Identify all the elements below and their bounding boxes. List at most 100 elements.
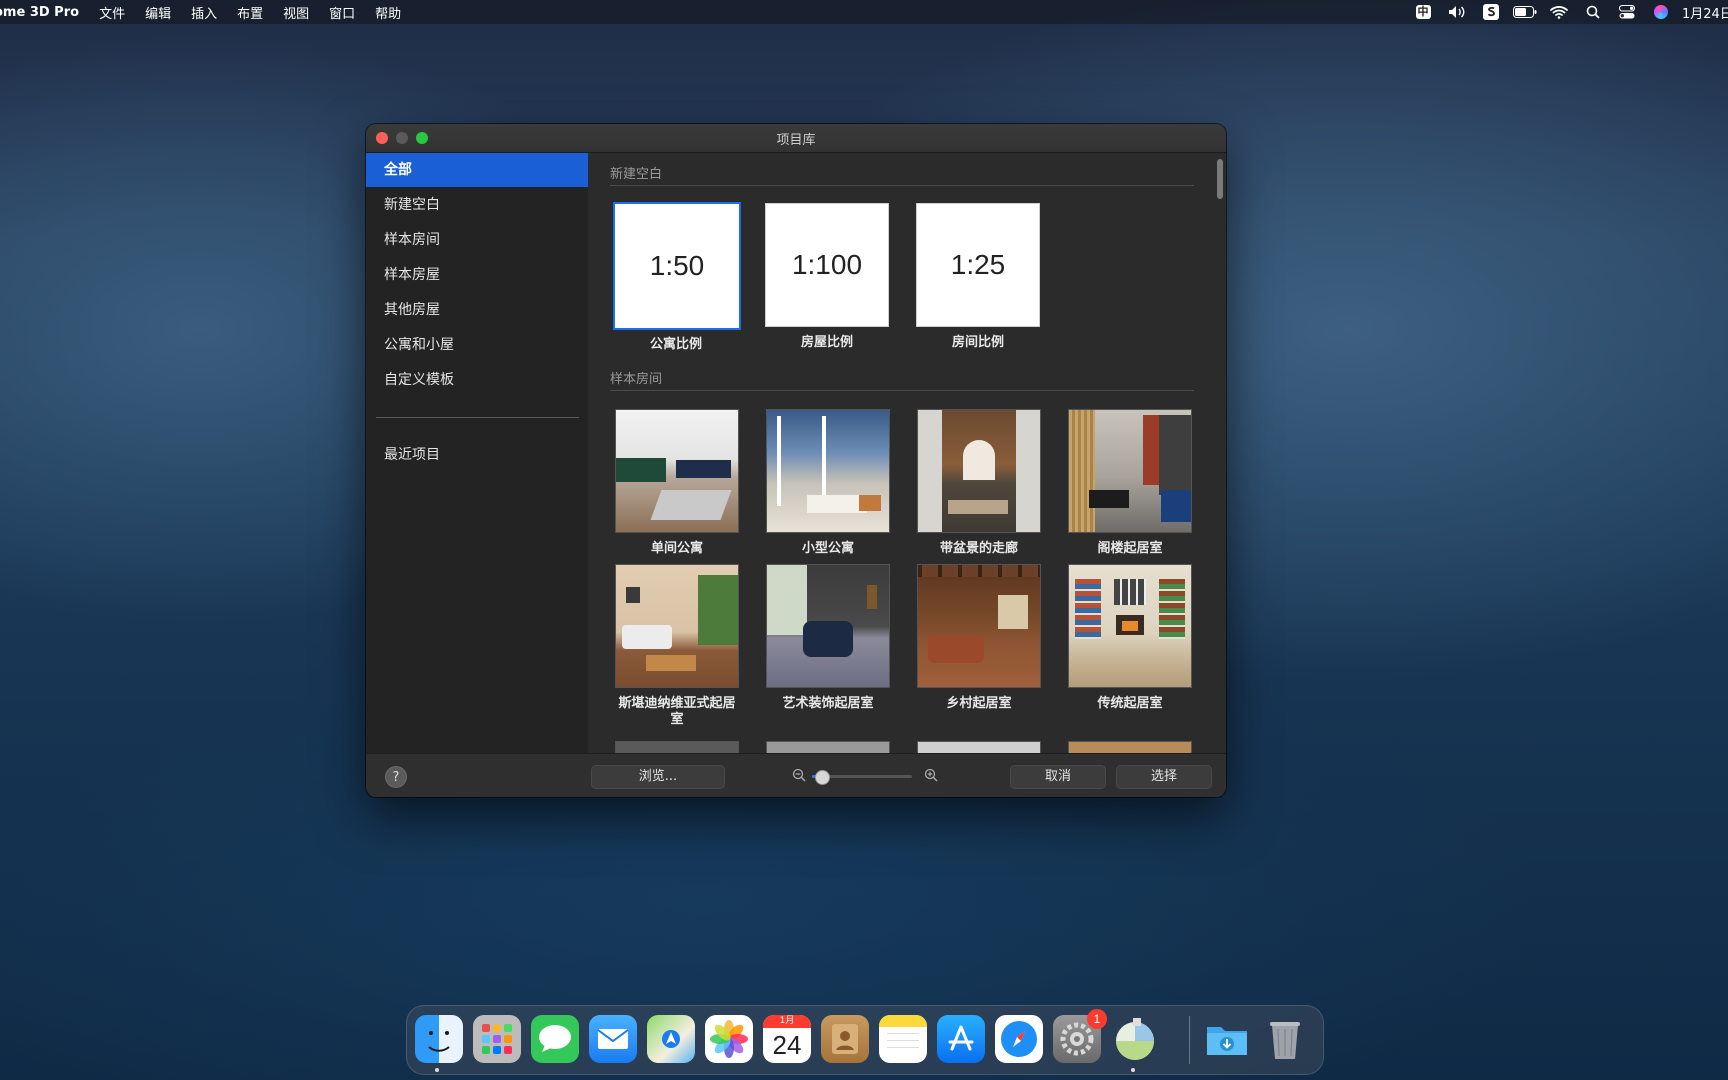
- sidebar-item-sample-houses[interactable]: 样本房屋: [366, 258, 588, 292]
- sidebar-item-sample-rooms[interactable]: 样本房间: [366, 223, 588, 257]
- finder-icon[interactable]: [415, 1015, 463, 1063]
- system-preferences-icon[interactable]: 1: [1053, 1009, 1107, 1063]
- template-card-scandinavian-living-room[interactable]: 斯堪迪纳维亚式起居室: [615, 564, 739, 728]
- sidebar-divider: [376, 417, 579, 418]
- maps-icon[interactable]: [647, 1015, 695, 1063]
- window-controls: [376, 132, 436, 144]
- menu-edit[interactable]: 编辑: [145, 3, 171, 22]
- menubar-clock[interactable]: 1月24日: [1682, 3, 1728, 22]
- window-titlebar: 项目库: [366, 124, 1226, 153]
- sidebar-item-custom-templates[interactable]: 自定义模板: [366, 363, 588, 397]
- template-card-house-scale[interactable]: 1:100 房屋比例: [765, 203, 889, 351]
- scale-tile: 1:50: [613, 202, 741, 330]
- room-thumbnail[interactable]: [917, 741, 1041, 753]
- room-thumbnail[interactable]: [615, 741, 739, 753]
- card-label: 斯堪迪纳维亚式起居室: [618, 696, 736, 727]
- close-window-button[interactable]: [376, 132, 388, 144]
- window-footer: ? 浏览... 取消 选择: [366, 753, 1226, 797]
- input-method-icon[interactable]: 中: [1410, 0, 1436, 24]
- zoom-slider-knob[interactable]: [815, 770, 830, 785]
- template-card-small-apartment[interactable]: 小型公寓: [766, 409, 890, 557]
- template-card-room-scale[interactable]: 1:25 房间比例: [916, 203, 1040, 351]
- room-thumbnail: [615, 409, 739, 533]
- photos-icon[interactable]: [705, 1015, 753, 1063]
- launchpad-icon[interactable]: [473, 1015, 521, 1063]
- control-center-icon[interactable]: [1614, 0, 1640, 24]
- dock-separator: [1189, 1016, 1190, 1064]
- room-thumbnail: [1068, 409, 1192, 533]
- window-title: 项目库: [776, 132, 816, 148]
- app-menu[interactable]: ome 3D Pro: [0, 5, 79, 20]
- template-card-traditional-living-room[interactable]: 传统起居室: [1068, 564, 1192, 712]
- downloads-folder-icon[interactable]: [1203, 1015, 1251, 1063]
- battery-icon[interactable]: [1512, 0, 1538, 24]
- menubar: ome 3D Pro 文件 编辑 插入 布置 视图 窗口 帮助 中 1月24日: [0, 0, 1728, 24]
- browse-button[interactable]: 浏览...: [591, 765, 725, 789]
- library-content[interactable]: 新建空白 1:50 公寓比例 1:100 房屋比例 1:25 房间比例 样本房间…: [588, 153, 1226, 753]
- card-label: 带盆景的走廊: [939, 541, 1018, 556]
- calendar-icon[interactable]: 1月 24: [763, 1015, 811, 1063]
- mail-icon[interactable]: [589, 1015, 637, 1063]
- room-thumbnail: [766, 409, 890, 533]
- zoom-slider-group: [792, 767, 938, 787]
- spotlight-search-icon[interactable]: [1580, 0, 1606, 24]
- section-header-sample-rooms: 样本房间: [610, 372, 663, 387]
- template-card-studio-apartment[interactable]: 单间公寓: [615, 409, 739, 557]
- wifi-icon[interactable]: [1546, 0, 1572, 24]
- zoom-in-icon[interactable]: [924, 768, 938, 782]
- zoom-out-icon[interactable]: [792, 768, 806, 782]
- messages-icon[interactable]: [531, 1015, 579, 1063]
- trash-icon[interactable]: [1261, 1015, 1309, 1063]
- menu-arrange[interactable]: 布置: [237, 3, 263, 22]
- input-method-label: 中: [1415, 5, 1431, 19]
- library-sidebar: 全部 新建空白 样本房间 样本房屋 其他房屋 公寓和小屋 自定义模板 最近项目: [366, 153, 588, 753]
- room-thumbnail[interactable]: [766, 741, 890, 753]
- card-label: 乡村起居室: [946, 696, 1012, 711]
- menu-insert[interactable]: 插入: [191, 3, 217, 22]
- app-running-indicator: [1131, 1068, 1135, 1072]
- section-header-new-blank: 新建空白: [610, 167, 663, 182]
- room-thumbnail[interactable]: [1068, 741, 1192, 753]
- card-label: 房间比例: [951, 335, 1004, 350]
- zoom-slider[interactable]: [812, 770, 912, 785]
- app-store-icon[interactable]: [937, 1015, 985, 1063]
- finder-running-indicator: [435, 1068, 439, 1072]
- template-card-loft-living-room[interactable]: 阁楼起居室: [1068, 409, 1192, 557]
- siri-icon[interactable]: [1648, 0, 1674, 24]
- card-label: 单间公寓: [650, 541, 703, 556]
- help-button[interactable]: ?: [385, 766, 407, 788]
- room-thumbnail: [766, 564, 890, 688]
- section-divider: [610, 185, 1194, 186]
- template-card-rustic-living-room[interactable]: 乡村起居室: [917, 564, 1041, 712]
- sidebar-item-apartments-cabins[interactable]: 公寓和小屋: [366, 328, 588, 362]
- scale-tile: 1:100: [765, 203, 889, 327]
- template-card-art-deco-living-room[interactable]: 艺术装饰起居室: [766, 564, 890, 712]
- scrollbar-thumb[interactable]: [1217, 159, 1223, 199]
- safari-icon[interactable]: [995, 1015, 1043, 1063]
- minimize-window-button[interactable]: [396, 132, 408, 144]
- sidebar-item-recent-projects[interactable]: 最近项目: [366, 438, 588, 472]
- card-label: 公寓比例: [649, 337, 702, 352]
- sidebar-item-new-blank[interactable]: 新建空白: [366, 188, 588, 222]
- cancel-button[interactable]: 取消: [1010, 765, 1106, 789]
- contacts-icon[interactable]: [821, 1015, 869, 1063]
- card-label: 传统起居室: [1097, 696, 1163, 711]
- sweet-home-3d-icon[interactable]: [1111, 1015, 1159, 1063]
- notes-icon[interactable]: [879, 1015, 927, 1063]
- template-card-hallway-bonsai[interactable]: 带盆景的走廊: [917, 409, 1041, 557]
- menu-window[interactable]: 窗口: [329, 3, 355, 22]
- sidebar-item-other-houses[interactable]: 其他房屋: [366, 293, 588, 327]
- content-scrollbar[interactable]: [1212, 153, 1226, 753]
- sidebar-item-all[interactable]: 全部: [366, 153, 588, 187]
- sogou-icon[interactable]: [1478, 0, 1504, 24]
- notification-badge: 1: [1087, 1009, 1107, 1029]
- menu-view[interactable]: 视图: [283, 3, 309, 22]
- volume-icon[interactable]: [1444, 0, 1470, 24]
- menu-help[interactable]: 帮助: [375, 3, 401, 22]
- menu-file[interactable]: 文件: [99, 3, 125, 22]
- section-divider: [610, 390, 1194, 391]
- zoom-window-button[interactable]: [416, 132, 428, 144]
- template-card-apartment-scale[interactable]: 1:50 公寓比例: [613, 202, 741, 353]
- room-thumbnail: [917, 564, 1041, 688]
- select-button[interactable]: 选择: [1116, 765, 1212, 789]
